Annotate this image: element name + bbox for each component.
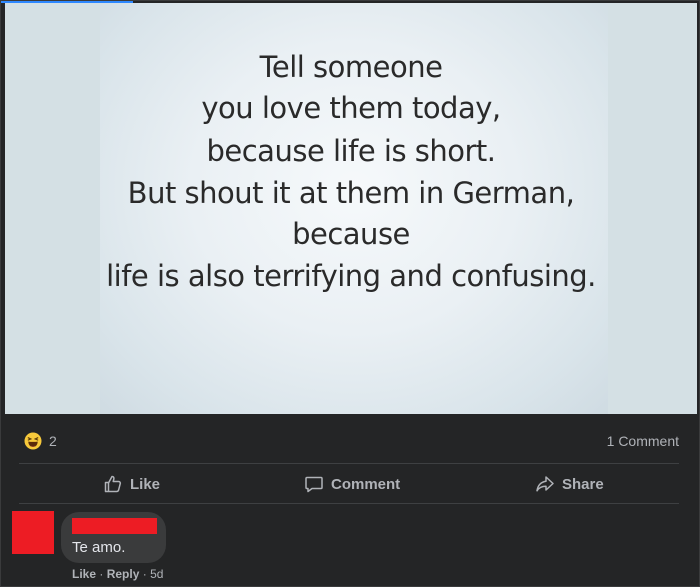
comment-label: Comment: [331, 475, 401, 493]
share-label: Share: [562, 475, 604, 493]
reaction-count[interactable]: 2: [49, 433, 57, 449]
meme-line-5: because: [292, 217, 410, 251]
comment-bubble: Te amo.: [61, 512, 166, 563]
comment-meta: Like · Reply · 5d: [72, 567, 163, 581]
comment-text: Te amo.: [72, 539, 126, 556]
share-button[interactable]: Share: [535, 464, 604, 504]
like-button[interactable]: Like: [103, 464, 160, 504]
comment-timestamp[interactable]: 5d: [150, 567, 163, 581]
thumbs-up-icon: [103, 474, 123, 494]
speech-bubble-icon: [304, 474, 324, 494]
meme-line-3: because life is short.: [206, 134, 496, 168]
post-card: Tell someone you love them today, becaus…: [0, 0, 700, 587]
commenter-name-redacted[interactable]: [72, 518, 157, 534]
post-stats: 2 1 Comment: [1, 414, 700, 464]
comment-button[interactable]: Comment: [304, 464, 400, 504]
separator: ·: [142, 567, 147, 581]
comment-like-link[interactable]: Like: [72, 567, 96, 581]
haha-emoji-icon[interactable]: [24, 432, 42, 450]
comment-reply-link[interactable]: Reply: [107, 567, 140, 581]
meme-line-6: life is also terrifying and confusing.: [106, 259, 596, 293]
avatar[interactable]: [12, 511, 54, 554]
post-actions: Like Comment Share: [19, 464, 679, 504]
like-label: Like: [130, 475, 161, 493]
separator: ·: [99, 567, 104, 581]
meme-line-4: But shout it at them in German,: [127, 176, 575, 210]
share-arrow-icon: [535, 474, 555, 494]
meme-line-1: Tell someone: [259, 50, 443, 84]
comment-count-link[interactable]: 1 Comment: [607, 433, 679, 449]
divider: [19, 503, 679, 504]
meme-line-2: you love them today,: [201, 91, 501, 125]
